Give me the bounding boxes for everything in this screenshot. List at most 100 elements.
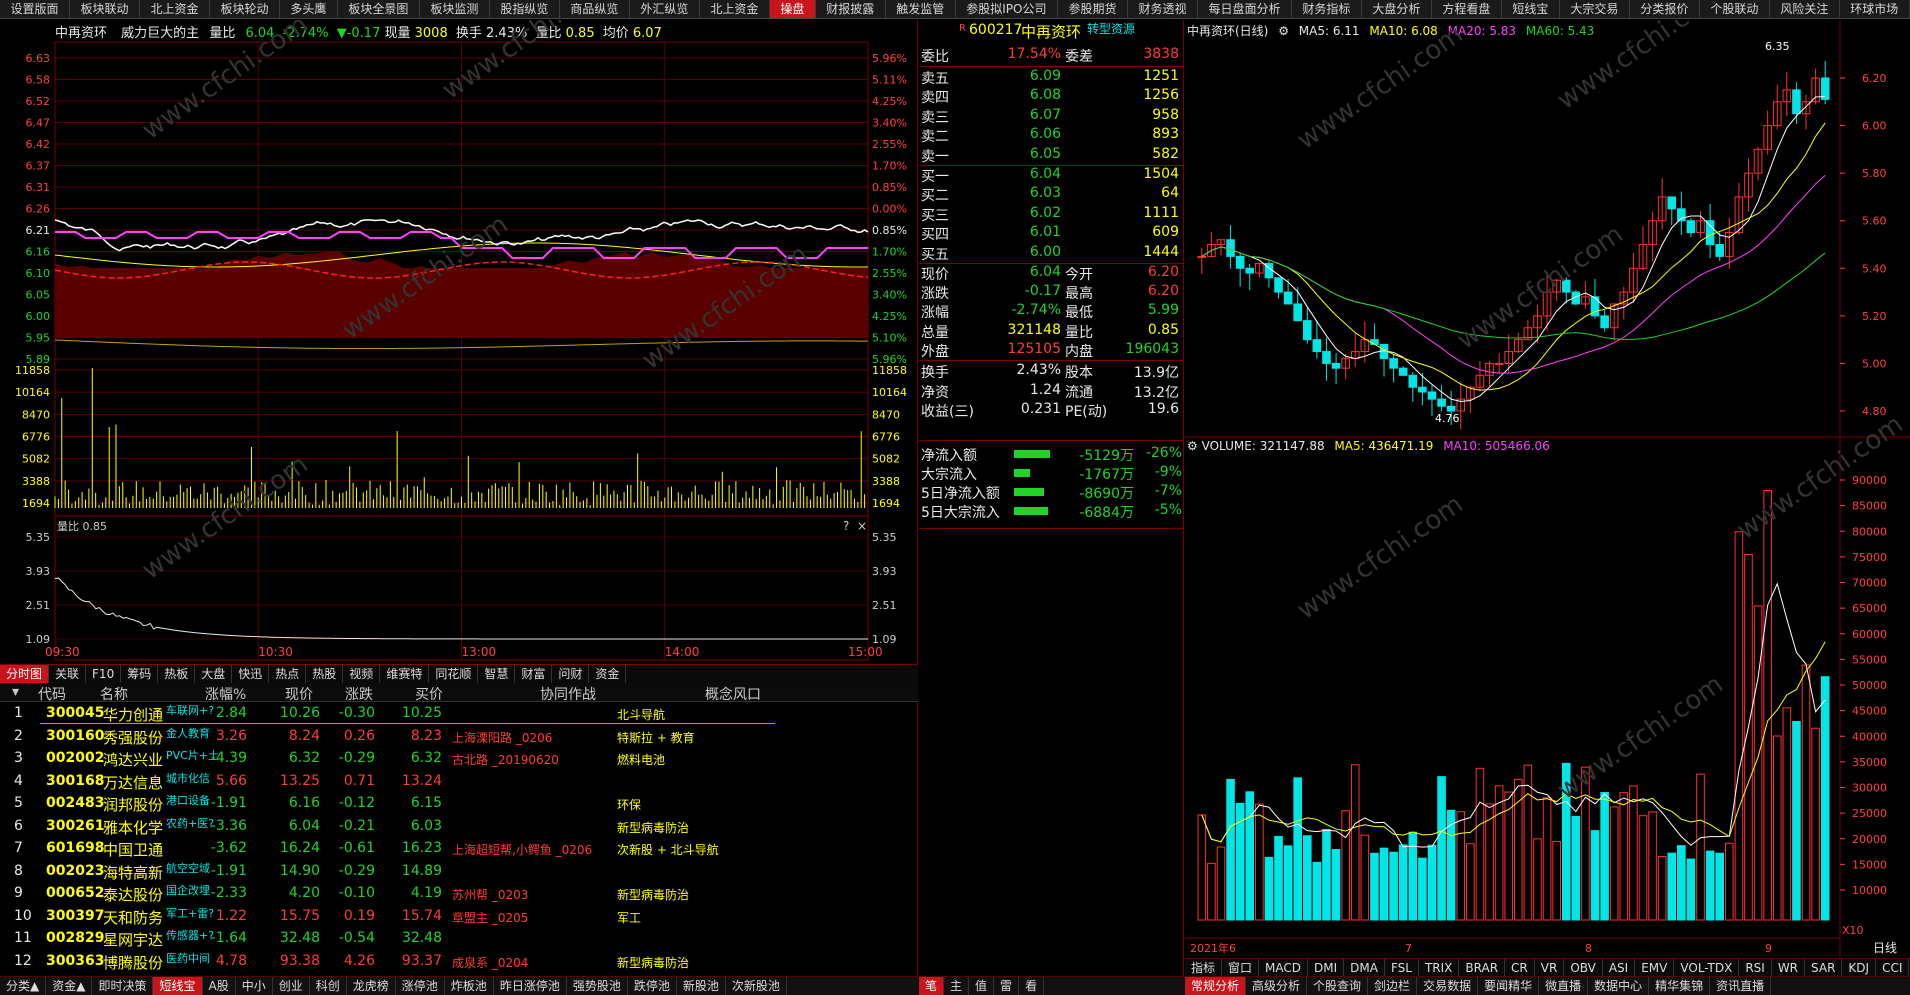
mid-tab[interactable]: 热股 (306, 665, 344, 683)
order-book-row[interactable]: 卖一 6.05 582 (919, 146, 1184, 165)
mid-tab[interactable]: 大盘 (195, 665, 233, 683)
indicator-tab[interactable]: 指标 (1185, 959, 1223, 976)
top-tab[interactable]: 个股联动 (1700, 0, 1770, 18)
mid-tab[interactable]: 关联 (49, 665, 87, 683)
bottom-tab[interactable]: 中小 (236, 977, 273, 995)
period-label[interactable]: 日线 (1873, 941, 1897, 955)
close-icon[interactable]: × (857, 519, 867, 533)
table-row[interactable]: 7 601698 中国卫通 -3.62 16.24 -0.61 16.23 上海超短帮,小鳄鱼… (0, 837, 918, 859)
bottom-tab[interactable]: 即时决策 (92, 977, 154, 995)
table-row[interactable]: 3 002002 鸿达兴业 PVC片+土 -4.39 6.32 -0.29 6.32 古北路 _… (0, 747, 918, 769)
quote-tab[interactable]: 看 (1019, 977, 1045, 995)
table-header-cell[interactable]: 概念风口 (705, 684, 761, 704)
kline-bottom-tab[interactable]: 个股查询 (1307, 977, 1369, 995)
table-header-cell[interactable]: 现价 (285, 684, 313, 704)
quote-tab[interactable]: 笔 (919, 977, 945, 995)
top-tab[interactable]: 风险关注 (1770, 0, 1840, 18)
indicator-tab[interactable]: VR (1535, 959, 1565, 976)
top-tab[interactable]: 设置版面 (0, 0, 70, 18)
table-row[interactable]: 9 000652 泰达股份 国企改埋 -2.33 4.20 -0.10 4.19 苏州帮 _02… (0, 882, 918, 904)
table-row[interactable]: 11 002829 星网宇达 传感器+? -1.64 32.48 -0.54 32.48 (0, 927, 918, 949)
mid-tab[interactable]: 问财 (552, 665, 590, 683)
indicator-tab[interactable]: TRIX (1419, 959, 1460, 976)
mid-tab[interactable]: 热点 (269, 665, 307, 683)
indicator-tab[interactable]: 窗口 (1222, 959, 1260, 976)
order-book-row[interactable]: 买二 6.03 64 (919, 185, 1184, 204)
top-tab[interactable]: 每日盘面分析 (1198, 0, 1292, 18)
top-tab[interactable]: 大盘分析 (1362, 0, 1432, 18)
bottom-tab[interactable]: 涨停池 (396, 977, 445, 995)
concept-tag[interactable]: 转型资源 (1087, 20, 1135, 37)
mid-tab[interactable]: 筹码 (121, 665, 159, 683)
order-book-row[interactable]: 买五 6.00 1444 (919, 244, 1184, 263)
mid-tab[interactable]: 快迅 (232, 665, 270, 683)
kline-bottom-tab[interactable]: 精华集锦 (1649, 977, 1711, 995)
indicator-tab[interactable]: WR (1772, 959, 1806, 976)
indicator-tab[interactable]: OBV (1564, 959, 1603, 976)
indicator-tab[interactable]: BRAR (1459, 959, 1506, 976)
indicator-tab[interactable]: ASI (1603, 959, 1636, 976)
bottom-tab[interactable]: 强势股池 (567, 977, 628, 995)
table-row[interactable]: 5 002483 润邦股份 港口设备 -1.91 6.16 -0.12 6.15 环保 (0, 792, 918, 814)
indicator-tab[interactable]: FSL (1385, 959, 1419, 976)
order-book-row[interactable]: 买一 6.04 1504 (919, 166, 1184, 185)
mid-tab[interactable]: 财富 (515, 665, 553, 683)
indicator-tab[interactable]: CCI (1876, 959, 1910, 976)
mid-tab[interactable]: 热板 (158, 665, 196, 683)
bottom-tab[interactable]: 资金▲ (46, 977, 93, 995)
table-header-cell[interactable]: 买价 (415, 684, 443, 704)
quote-tab[interactable]: 主 (944, 977, 970, 995)
mid-tab[interactable]: 同花顺 (429, 665, 479, 683)
quote-tab[interactable]: 雷 (994, 977, 1020, 995)
indicator-tab[interactable]: MACD (1259, 959, 1309, 976)
mid-tab[interactable]: 智慧 (478, 665, 516, 683)
top-tab[interactable]: 方程看盘 (1432, 0, 1502, 18)
order-book-row[interactable]: 卖二 6.06 893 (919, 126, 1184, 145)
table-header-cell[interactable]: 名称 (100, 684, 128, 704)
bottom-tab[interactable]: 创业 (273, 977, 310, 995)
order-book-row[interactable]: 买四 6.01 609 (919, 224, 1184, 243)
mid-tab[interactable]: 视频 (343, 665, 381, 683)
indicator-tab[interactable]: KDJ (1842, 959, 1877, 976)
table-header-cell[interactable]: 代码 (38, 684, 66, 704)
kline-bottom-tab[interactable]: 数据中心 (1588, 977, 1650, 995)
mid-tab[interactable]: 分时图 (0, 665, 50, 683)
kline-chart[interactable]: 6.206.005.805.605.405.205.004.806.354.76… (1185, 20, 1910, 958)
top-tab[interactable]: 财务指标 (1292, 0, 1362, 18)
indicator-tab[interactable]: RSI (1739, 959, 1772, 976)
table-row[interactable]: 8 002023 海特高新 航空空域 -1.91 14.90 -0.29 14.89 (0, 860, 918, 882)
indicator-tab[interactable]: DMA (1344, 959, 1385, 976)
kline-bottom-tab[interactable]: 微直播 (1539, 977, 1589, 995)
top-tab[interactable]: 参股期货 (1058, 0, 1128, 18)
bottom-tab[interactable]: 短线宝 (153, 977, 203, 995)
mid-tab[interactable]: 维赛特 (380, 665, 430, 683)
top-tab[interactable]: 北上资金 (140, 0, 210, 18)
table-header-cell[interactable]: 协同作战 (540, 684, 596, 704)
top-tab[interactable]: 商品纵览 (560, 0, 630, 18)
top-tab[interactable]: 分类报价 (1630, 0, 1700, 18)
table-header-cell[interactable]: 涨幅% (205, 684, 246, 704)
top-tab[interactable]: 板块轮动 (210, 0, 280, 18)
top-tab[interactable]: 大宗交易 (1560, 0, 1630, 18)
top-tab[interactable]: 触发监管 (886, 0, 956, 18)
top-tab[interactable]: 短线宝 (1502, 0, 1560, 18)
help-icon[interactable]: ? (843, 519, 849, 533)
top-tab[interactable]: 外汇纵览 (630, 0, 700, 18)
table-header-cell[interactable]: 涨跌 (345, 684, 373, 704)
mid-tab[interactable]: F10 (86, 665, 122, 683)
top-tab[interactable]: 环球市场 (1840, 0, 1910, 18)
indicator-tab[interactable]: SAR (1805, 959, 1843, 976)
top-tab[interactable]: 股指纵览 (490, 0, 560, 18)
kline-bottom-tab[interactable]: 资讯直播 (1710, 977, 1772, 995)
table-row[interactable]: 12 300363 博腾股份 医药中间 4.78 93.38 4.26 93.37 成泉系 _0… (0, 950, 918, 972)
kline-bottom-tab[interactable]: 高级分析 (1246, 977, 1308, 995)
table-row[interactable]: 6 300261 雅本化学 农药+医? -3.36 6.04 -0.21 6.03 新型病毒防治 (0, 815, 918, 837)
top-tab[interactable]: 板块全景图 (338, 0, 420, 18)
kline-bottom-tab[interactable]: 要闻精华 (1478, 977, 1540, 995)
indicator-tab[interactable]: DMI (1308, 959, 1345, 976)
order-book-row[interactable]: 卖三 6.07 958 (919, 107, 1184, 126)
quote-tab[interactable]: 值 (969, 977, 995, 995)
bottom-tab[interactable]: 科创 (310, 977, 347, 995)
mid-tab[interactable]: 资金 (589, 665, 627, 683)
top-tab[interactable]: 北上资金 (700, 0, 770, 18)
